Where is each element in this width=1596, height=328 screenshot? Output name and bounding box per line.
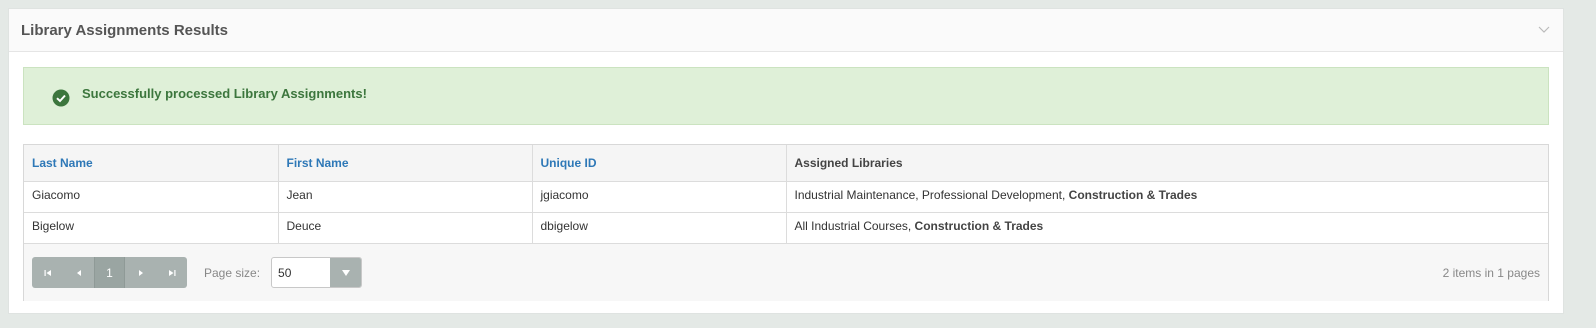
libraries-plain: Industrial Maintenance, Professional Dev… xyxy=(794,187,1069,202)
prev-page-icon[interactable] xyxy=(63,257,94,288)
cell-first-name: Deuce xyxy=(278,212,533,244)
cell-assigned-libraries: Industrial Maintenance, Professional Dev… xyxy=(786,181,1548,213)
first-page-icon[interactable] xyxy=(32,257,63,288)
cell-unique-id: jgiacomo xyxy=(532,181,787,213)
column-header-assigned-libraries: Assigned Libraries xyxy=(786,145,1548,182)
panel-header: Library Assignments Results xyxy=(9,9,1563,52)
current-page-button[interactable]: 1 xyxy=(94,257,125,288)
page-size-label: Page size: xyxy=(204,265,261,280)
libraries-plain: All Industrial Courses, xyxy=(794,218,915,233)
pager-buttons: 1 xyxy=(32,257,187,288)
page-size-value: 50 xyxy=(278,265,292,280)
cell-assigned-libraries: All Industrial Courses, Construction & T… xyxy=(786,212,1548,244)
pager: 1 Page size: 50 2 items in 1 pages xyxy=(24,244,1548,301)
alert-message: Successfully processed Library Assignmen… xyxy=(82,85,367,101)
panel-title: Library Assignments Results xyxy=(21,21,229,39)
success-alert: Successfully processed Library Assignmen… xyxy=(23,67,1549,125)
column-header-first-name[interactable]: First Name xyxy=(278,145,533,182)
next-page-icon[interactable] xyxy=(125,257,156,288)
cell-last-name: Bigelow xyxy=(24,212,279,244)
column-header-unique-id[interactable]: Unique ID xyxy=(532,145,787,182)
last-page-icon[interactable] xyxy=(156,257,187,288)
table-row[interactable]: Bigelow Deuce dbigelow All Industrial Co… xyxy=(24,212,1548,244)
libraries-bold: Construction & Trades xyxy=(914,218,1044,233)
cell-unique-id: dbigelow xyxy=(532,212,787,244)
libraries-bold: Construction & Trades xyxy=(1068,187,1198,202)
chevron-down-icon[interactable] xyxy=(1537,23,1551,37)
dropdown-arrow-icon[interactable] xyxy=(330,258,362,287)
cell-first-name: Jean xyxy=(278,181,533,213)
cell-last-name: Giacomo xyxy=(24,181,279,213)
check-circle-icon xyxy=(52,89,70,107)
column-header-last-name[interactable]: Last Name xyxy=(24,145,279,182)
assignments-grid: Last Name First Name Unique ID Assigned … xyxy=(23,144,1549,301)
pager-info: 2 items in 1 pages xyxy=(1442,265,1540,280)
page-size-select[interactable]: 50 xyxy=(271,257,363,288)
results-panel: Library Assignments Results Successfully… xyxy=(8,8,1564,314)
table-row[interactable]: Giacomo Jean jgiacomo Industrial Mainten… xyxy=(24,181,1548,213)
